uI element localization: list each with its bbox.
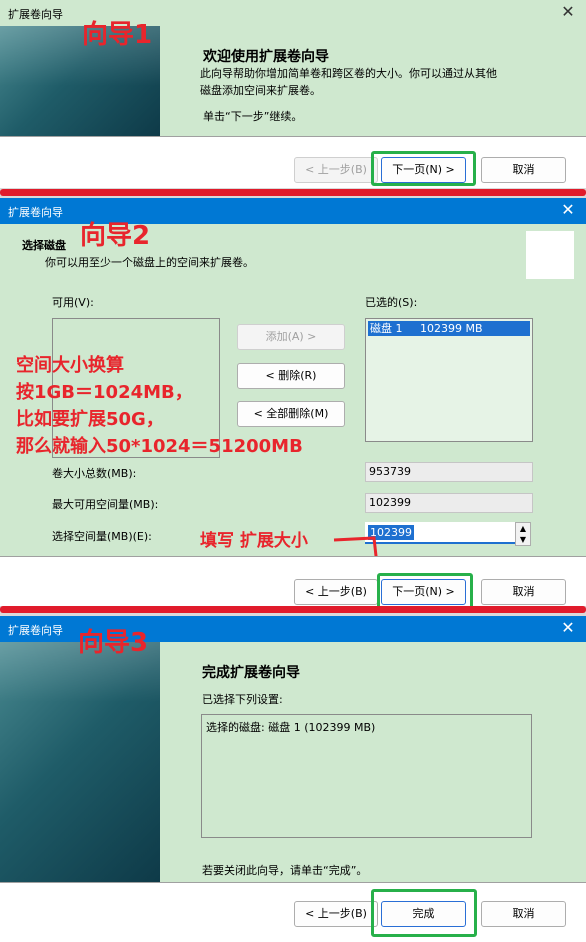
- annotation-line2: 按1GB＝1024MB，: [16, 382, 193, 403]
- wizard2-header-title: 选择磁盘: [22, 239, 66, 252]
- wizard1-back-button[interactable]: < 上一步(B): [294, 157, 378, 183]
- wizard1-heading: 欢迎使用扩展卷向导: [203, 49, 329, 65]
- annotation-line3: 比如要扩展50G，: [16, 409, 164, 430]
- wizard1-desc-line2: 磁盘添加空间来扩展卷。: [200, 84, 321, 97]
- max-space-field: 102399: [365, 493, 533, 513]
- wizard3-cancel-button[interactable]: 取消: [481, 901, 566, 927]
- selected-disk-item[interactable]: 磁盘 1 102399 MB: [368, 321, 530, 336]
- wizard3-back-button[interactable]: < 上一步(B): [294, 901, 378, 927]
- wizard3-heading: 完成扩展卷向导: [202, 665, 300, 681]
- wizard3-badge: 向导3: [78, 628, 149, 658]
- available-label: 可用(V):: [52, 296, 94, 309]
- wizard3-summary-box[interactable]: 选择的磁盘: 磁盘 1 (102399 MB): [201, 714, 532, 838]
- wizard3-settings-label: 已选择下列设置:: [202, 693, 283, 706]
- wizard1-title: 扩展卷向导: [8, 8, 63, 21]
- wizard3-finish-highlight: [371, 889, 477, 937]
- add-button[interactable]: 添加(A) >: [237, 324, 345, 350]
- wizard2-title: 扩展卷向导: [8, 206, 63, 219]
- wizard3-side-image: [0, 642, 160, 882]
- annotation-fill-hint: 填写 扩展大小: [200, 531, 308, 551]
- wizard2-header-desc: 你可以用至少一个磁盘上的空间来扩展卷。: [45, 256, 254, 269]
- wizard2-badge: 向导2: [80, 221, 151, 251]
- selected-listbox[interactable]: 磁盘 1 102399 MB: [365, 318, 533, 442]
- total-size-label: 卷大小总数(MB):: [52, 467, 137, 480]
- annotation-line4: 那么就输入50*1024＝51200MB: [16, 436, 303, 457]
- wizard1-instruction: 单击“下一步”继续。: [203, 110, 303, 123]
- select-space-label: 选择空间量(MB)(E):: [52, 530, 152, 543]
- separator-line-2: [0, 606, 586, 613]
- wizard2-header-icon: [526, 231, 574, 279]
- max-space-label: 最大可用空间量(MB):: [52, 498, 159, 511]
- annotation-block: 空间大小换算 按1GB＝1024MB， 比如要扩展50G， 那么就输入50*10…: [16, 352, 303, 460]
- wizard1-close-icon[interactable]: ✕: [560, 3, 576, 21]
- wizard2-cancel-button[interactable]: 取消: [481, 579, 566, 605]
- total-size-field: 953739: [365, 462, 533, 482]
- wizard3-close-icon[interactable]: ✕: [560, 619, 576, 637]
- wizard2-next-highlight: [377, 573, 473, 610]
- select-space-spinner[interactable]: ▲ ▼: [515, 522, 531, 546]
- spinner-up-icon[interactable]: ▲: [516, 523, 530, 534]
- wizard3-close-hint: 若要关闭此向导，请单击“完成”。: [202, 864, 368, 877]
- annotation-line1: 空间大小换算: [16, 355, 124, 376]
- wizard2-back-button[interactable]: < 上一步(B): [294, 579, 378, 605]
- wizard3-summary-text: 选择的磁盘: 磁盘 1 (102399 MB): [206, 721, 376, 734]
- wizard3-title: 扩展卷向导: [8, 624, 63, 637]
- separator-line-1: [0, 189, 586, 196]
- selected-label: 已选的(S):: [365, 296, 418, 309]
- wizard1-badge: 向导1: [82, 20, 153, 50]
- spinner-down-icon[interactable]: ▼: [516, 534, 530, 545]
- wizard2-close-icon[interactable]: ✕: [560, 201, 576, 219]
- wizard1-next-highlight: [371, 151, 476, 186]
- wizard1-cancel-button[interactable]: 取消: [481, 157, 566, 183]
